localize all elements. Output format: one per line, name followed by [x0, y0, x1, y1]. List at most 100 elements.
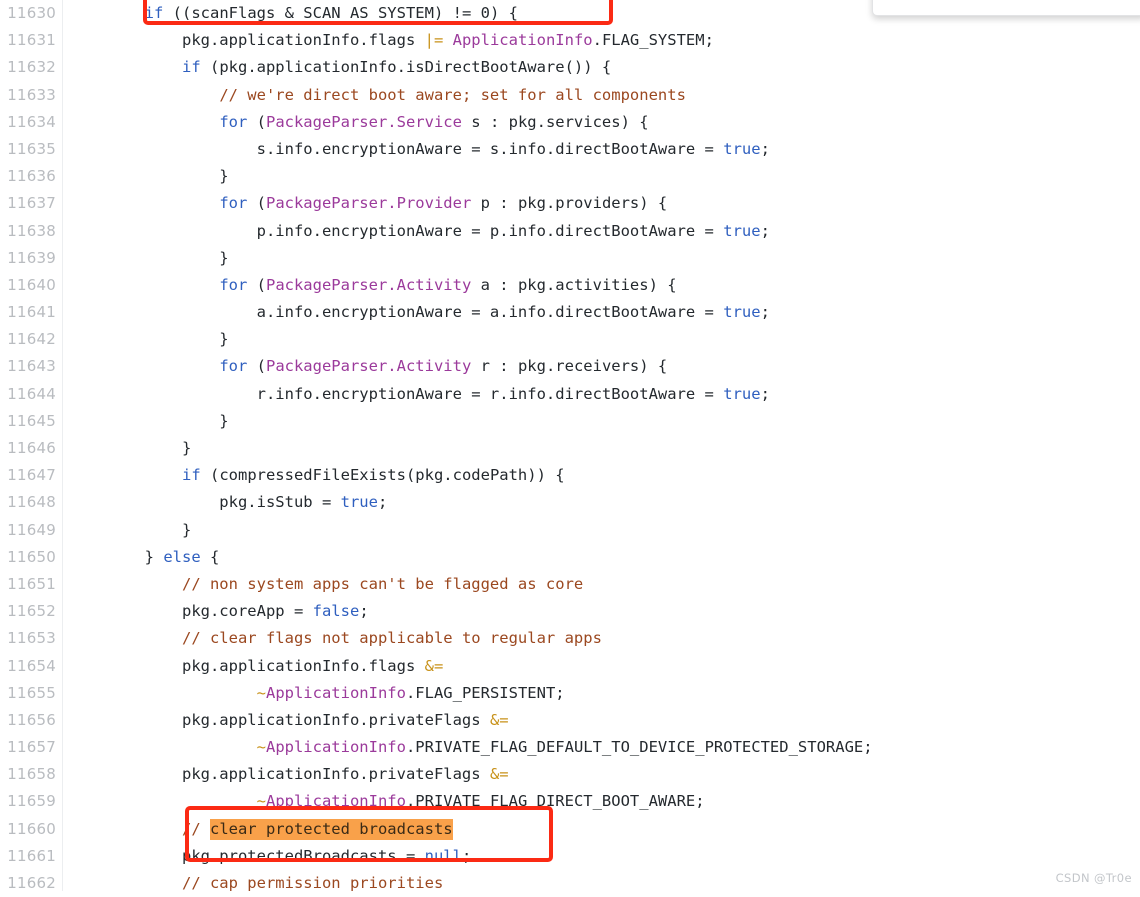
- line-number: 11632: [7, 58, 56, 77]
- line-number: 11650: [7, 547, 56, 566]
- code-line[interactable]: 11660 // clear protected broadcasts: [0, 816, 1140, 843]
- code-line[interactable]: 11658 pkg.applicationInfo.privateFlags &…: [0, 761, 1140, 788]
- line-number: 11657: [7, 738, 56, 757]
- token-plain: s.info.encryptionAware = s.info.directBo…: [70, 139, 724, 158]
- code-line[interactable]: 11638 p.info.encryptionAware = p.info.di…: [0, 218, 1140, 245]
- line-number: 11648: [7, 493, 56, 512]
- line-number: 11660: [7, 819, 56, 838]
- code-line[interactable]: 11662 // cap permission priorities: [0, 870, 1140, 897]
- line-number: 11654: [7, 656, 56, 675]
- code-line[interactable]: 11644 r.info.encryptionAware = r.info.di…: [0, 381, 1140, 408]
- token-plain: }: [70, 330, 229, 349]
- line-content: pkg.applicationInfo.privateFlags &=: [70, 707, 509, 734]
- code-line[interactable]: 11637 for (PackageParser.Provider p : pk…: [0, 190, 1140, 217]
- token-plain: }: [70, 411, 229, 430]
- token-plain: }: [70, 520, 192, 539]
- line-number: 11642: [7, 330, 56, 349]
- code-line[interactable]: 11656 pkg.applicationInfo.privateFlags &…: [0, 707, 1140, 734]
- token-plain: a.info.encryptionAware = a.info.directBo…: [70, 303, 724, 322]
- code-line[interactable]: 11633 // we're direct boot aware; set fo…: [0, 82, 1140, 109]
- token-comment: // cap permission priorities: [181, 874, 444, 892]
- line-content: for (PackageParser.Provider p : pkg.prov…: [70, 190, 667, 217]
- code-line[interactable]: 11640 for (PackageParser.Activity a : pk…: [0, 272, 1140, 299]
- token-comment: // we're direct boot aware; set for all …: [219, 85, 686, 104]
- token-kw: null: [424, 846, 462, 865]
- token-plain: pkg.applicationInfo.flags: [70, 31, 425, 50]
- token-plain: r : pkg.receivers) {: [471, 357, 668, 376]
- code-line[interactable]: 11659 ~ApplicationInfo.PRIVATE_FLAG_DIRE…: [0, 788, 1140, 815]
- line-content: }: [70, 435, 191, 462]
- token-plain: ;: [760, 221, 770, 240]
- code-line[interactable]: 11654 pkg.applicationInfo.flags &=: [0, 653, 1140, 680]
- code-line[interactable]: 11631 pkg.applicationInfo.flags |= Appli…: [0, 27, 1140, 54]
- code-line[interactable]: 11651 // non system apps can't be flagge…: [0, 571, 1140, 598]
- line-content: pkg.coreApp = false;: [70, 598, 369, 625]
- code-line[interactable]: 11642 }: [0, 326, 1140, 353]
- token-kw: true: [340, 493, 378, 512]
- token-plain: (: [247, 275, 266, 294]
- code-line[interactable]: 11650 } else {: [0, 544, 1140, 571]
- line-number: 11653: [7, 629, 56, 648]
- code-line[interactable]: 11639 }: [0, 245, 1140, 272]
- code-line[interactable]: 11649 }: [0, 517, 1140, 544]
- code-line[interactable]: 11648 pkg.isStub = true;: [0, 489, 1140, 516]
- token-comment: //: [181, 819, 210, 838]
- line-number: 11641: [7, 303, 56, 322]
- code-line[interactable]: 11645 }: [0, 408, 1140, 435]
- token-kw: for: [219, 194, 248, 213]
- line-content: for (PackageParser.Service s : pkg.servi…: [70, 109, 648, 136]
- code-line[interactable]: 11653 // clear flags not applicable to r…: [0, 625, 1140, 652]
- line-number: 11649: [7, 520, 56, 539]
- line-content: r.info.encryptionAware = r.info.directBo…: [70, 381, 770, 408]
- token-plain: ;: [760, 303, 770, 322]
- line-content: // clear protected broadcasts: [70, 816, 453, 843]
- line-content: } else {: [70, 544, 220, 571]
- token-plain: .FLAG_SYSTEM;: [592, 31, 714, 50]
- code-line[interactable]: 11661 pkg.protectedBroadcasts = null;: [0, 843, 1140, 870]
- line-content: }: [70, 408, 229, 435]
- line-content: if (compressedFileExists(pkg.codePath)) …: [70, 462, 565, 489]
- line-number: 11647: [7, 466, 56, 485]
- floating-panel[interactable]: [872, 0, 1140, 16]
- code-line[interactable]: 11634 for (PackageParser.Service s : pkg…: [0, 109, 1140, 136]
- token-plain: p : pkg.providers) {: [471, 194, 668, 213]
- code-line[interactable]: 11636 }: [0, 163, 1140, 190]
- code-line[interactable]: 11652 pkg.coreApp = false;: [0, 598, 1140, 625]
- token-plain: (: [247, 112, 266, 131]
- token-kw: if: [181, 58, 201, 77]
- line-number: 11662: [7, 874, 56, 892]
- code-line[interactable]: 11632 if (pkg.applicationInfo.isDirectBo…: [0, 54, 1140, 81]
- token-comment: // non system apps can't be flagged as c…: [181, 574, 584, 593]
- code-viewer[interactable]: 11630 if ((scanFlags & SCAN_AS_SYSTEM) !…: [0, 0, 1140, 892]
- token-plain: pkg.applicationInfo.privateFlags: [70, 710, 490, 729]
- line-content: // non system apps can't be flagged as c…: [70, 571, 583, 598]
- line-content: if ((scanFlags & SCAN_AS_SYSTEM) != 0) {: [70, 0, 518, 27]
- line-number: 11661: [7, 846, 56, 865]
- token-type: ApplicationInfo: [265, 792, 406, 811]
- line-content: pkg.applicationInfo.flags &=: [70, 653, 443, 680]
- line-content: ~ApplicationInfo.PRIVATE_FLAG_DIRECT_BOO…: [70, 788, 705, 815]
- token-kw: if: [144, 4, 164, 22]
- token-plain: .PRIVATE_FLAG_DIRECT_BOOT_AWARE;: [405, 792, 705, 811]
- line-number: 11644: [7, 384, 56, 403]
- code-line[interactable]: 11657 ~ApplicationInfo.PRIVATE_FLAG_DEFA…: [0, 734, 1140, 761]
- code-line[interactable]: 11647 if (compressedFileExists(pkg.codeP…: [0, 462, 1140, 489]
- token-op: |=: [424, 31, 444, 50]
- line-content: pkg.protectedBroadcasts = null;: [70, 843, 471, 870]
- token-plain: r.info.encryptionAware = r.info.directBo…: [70, 384, 724, 403]
- token-kw: true: [723, 303, 761, 322]
- code-line[interactable]: 11643 for (PackageParser.Activity r : pk…: [0, 353, 1140, 380]
- code-line[interactable]: 11641 a.info.encryptionAware = a.info.di…: [0, 299, 1140, 326]
- code-line[interactable]: 11635 s.info.encryptionAware = s.info.di…: [0, 136, 1140, 163]
- code-line[interactable]: 11655 ~ApplicationInfo.FLAG_PERSISTENT;: [0, 680, 1140, 707]
- line-number: 11658: [7, 765, 56, 784]
- code-line[interactable]: 11646 }: [0, 435, 1140, 462]
- line-content: ~ApplicationInfo.PRIVATE_FLAG_DEFAULT_TO…: [70, 734, 873, 761]
- token-plain: (: [247, 194, 266, 213]
